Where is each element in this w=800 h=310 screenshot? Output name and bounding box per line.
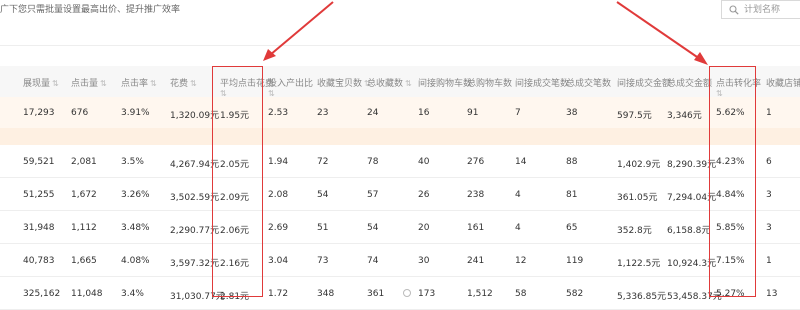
annotation-arrows — [263, 1, 708, 65]
arrowhead-cvr — [694, 52, 708, 65]
arrow-to-cpc — [269, 1, 334, 56]
arrow-to-cvr — [616, 1, 701, 60]
scroll-indicator-dot[interactable] — [403, 289, 411, 297]
